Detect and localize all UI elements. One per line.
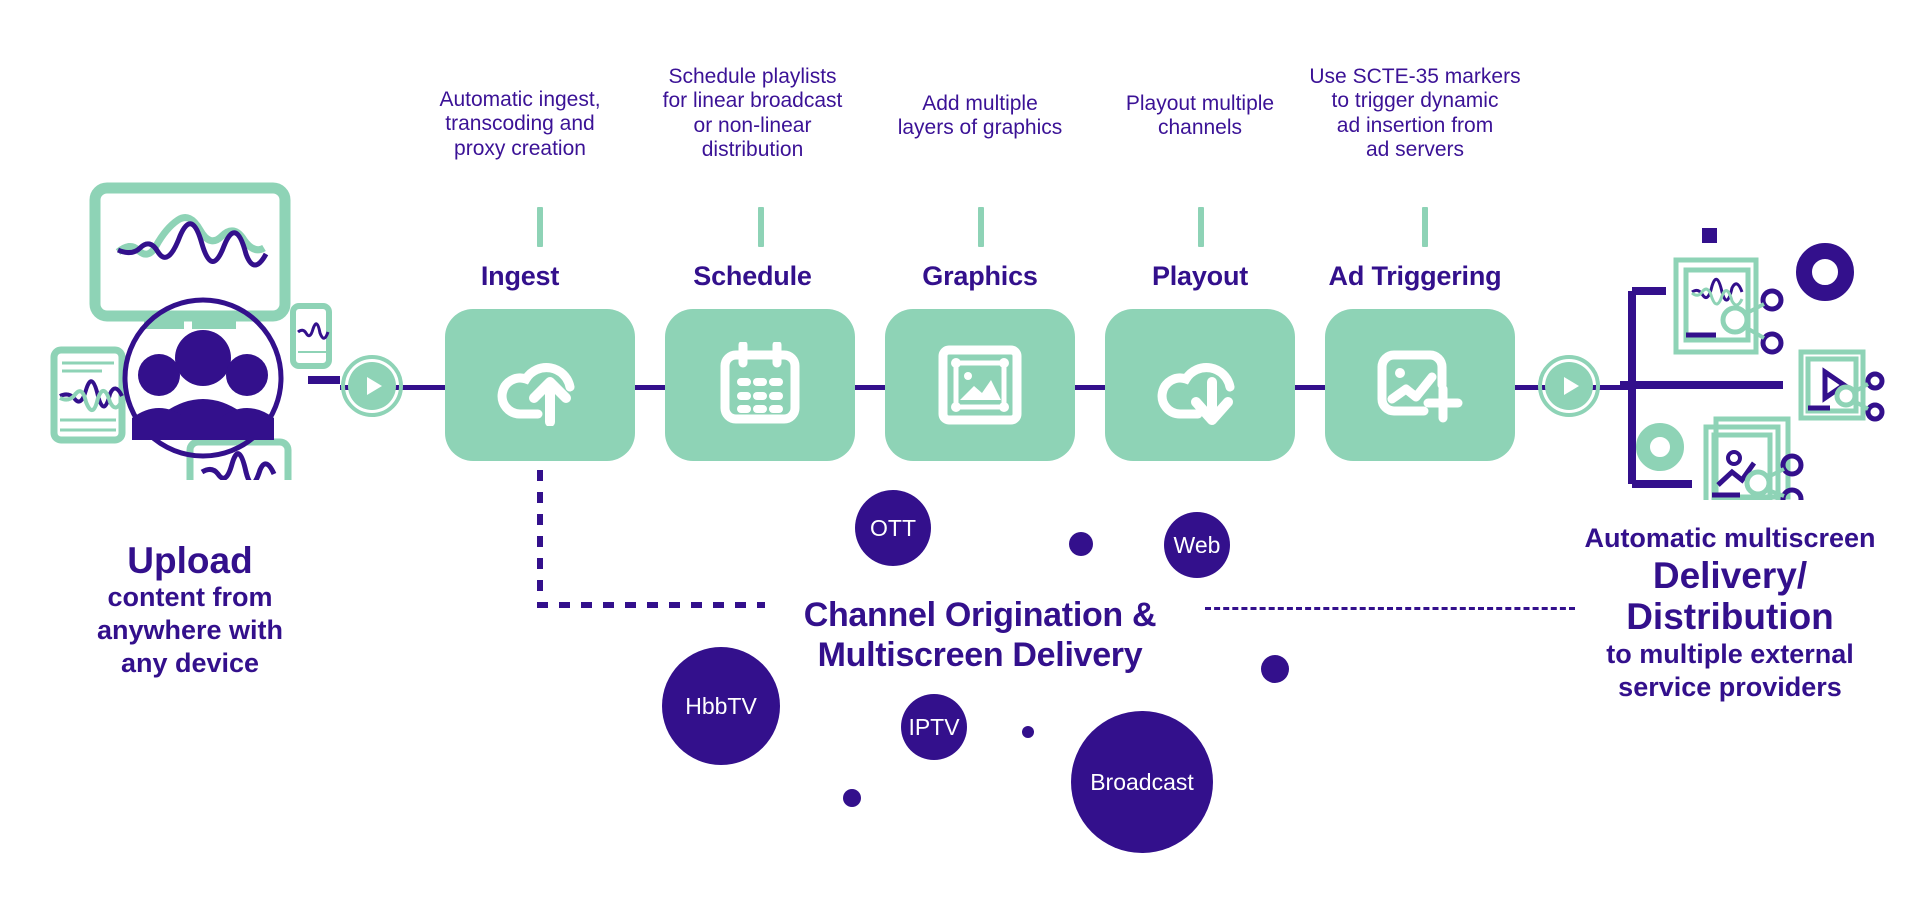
purple-ring-accent bbox=[1796, 243, 1854, 301]
delivery-heading-small: Automatic multiscreen bbox=[1584, 523, 1876, 553]
audio-share-card-icon bbox=[1673, 257, 1784, 355]
upload-blurb: Upload content from anywhere with any de… bbox=[30, 540, 350, 680]
bubble-iptv[interactable]: IPTV bbox=[901, 694, 967, 760]
stage-tile-schedule[interactable] bbox=[665, 309, 855, 461]
image-share-card-icon bbox=[1703, 416, 1804, 511]
stage-tick-ingest bbox=[537, 207, 543, 247]
purple-square-accent bbox=[1702, 228, 1717, 243]
play-button-left bbox=[341, 355, 403, 417]
purple-bar-accent bbox=[308, 376, 340, 384]
stage-title-schedule: Schedule bbox=[693, 261, 812, 291]
bubble-dot-1 bbox=[1069, 532, 1093, 556]
stage-caption-ingest: Automatic ingest, transcoding and proxy … bbox=[439, 88, 601, 160]
calendar-icon bbox=[720, 342, 800, 424]
stage-tick-graphics bbox=[978, 207, 984, 247]
center-title: Channel Origination & Multiscreen Delive… bbox=[803, 596, 1157, 675]
stage-tile-ingest[interactable] bbox=[445, 309, 635, 461]
stage-tile-ad-triggering[interactable] bbox=[1325, 309, 1515, 461]
tablet-icon bbox=[50, 346, 126, 444]
play-button-right bbox=[1538, 355, 1600, 417]
phone-icon bbox=[290, 303, 332, 369]
bubble-broadcast[interactable]: Broadcast bbox=[1071, 711, 1213, 853]
video-share-card-icon bbox=[1798, 349, 1885, 422]
stage-title-ingest: Ingest bbox=[480, 261, 560, 291]
delivery-body: to multiple external service providers bbox=[1606, 638, 1854, 702]
stage-tile-playout[interactable] bbox=[1105, 309, 1295, 461]
bubble-web[interactable]: Web bbox=[1164, 512, 1230, 578]
cloud-download-icon bbox=[1157, 363, 1235, 425]
cloud-upload-icon bbox=[497, 363, 575, 426]
upload-body: content from anywhere with any device bbox=[96, 582, 284, 679]
stage-caption-playout: Playout multiple channels bbox=[1125, 92, 1275, 140]
delivery-cluster bbox=[1620, 200, 1920, 511]
image-frame-icon bbox=[938, 345, 1022, 425]
dashed-connector-left bbox=[535, 470, 765, 610]
dashed-connector-right bbox=[1205, 607, 1575, 610]
stage-title-ad-triggering: Ad Triggering bbox=[1328, 261, 1502, 291]
stage-caption-graphics: Add multiple layers of graphics bbox=[897, 92, 1063, 140]
monitor-icon bbox=[89, 182, 291, 329]
add-image-icon bbox=[1377, 350, 1463, 423]
bubble-dot-3 bbox=[1022, 726, 1034, 738]
delivery-illustration-icon bbox=[1620, 228, 1885, 511]
stage-tick-playout bbox=[1198, 207, 1204, 247]
stage-tick-ad-triggering bbox=[1422, 207, 1428, 247]
upload-device-cluster bbox=[40, 180, 340, 494]
bubble-dot-2 bbox=[1261, 655, 1289, 683]
mint-ring-accent bbox=[1636, 423, 1684, 471]
play-ring-right bbox=[1538, 355, 1600, 417]
stage-caption-ad-triggering: Use SCTE-35 markers to trigger dynamic a… bbox=[1309, 65, 1521, 162]
upload-heading: Upload bbox=[127, 540, 253, 581]
bubble-dot-4 bbox=[843, 789, 861, 807]
stage-title-graphics: Graphics bbox=[922, 261, 1038, 291]
stage-title-playout: Playout bbox=[1151, 261, 1249, 291]
stage-tile-graphics[interactable] bbox=[885, 309, 1075, 461]
stage-tick-schedule bbox=[758, 207, 764, 247]
workflow-diagram: Upload content from anywhere with any de… bbox=[0, 0, 1920, 912]
play-ring-left bbox=[341, 355, 403, 417]
stage-caption-schedule: Schedule playlists for linear broadcast … bbox=[662, 65, 843, 162]
device-illustration-icon bbox=[50, 182, 340, 494]
bubble-ott[interactable]: OTT bbox=[855, 490, 931, 566]
delivery-blurb: Automatic multiscreen Delivery/ Distribu… bbox=[1545, 522, 1915, 704]
delivery-heading-big: Delivery/ Distribution bbox=[1626, 554, 1834, 638]
